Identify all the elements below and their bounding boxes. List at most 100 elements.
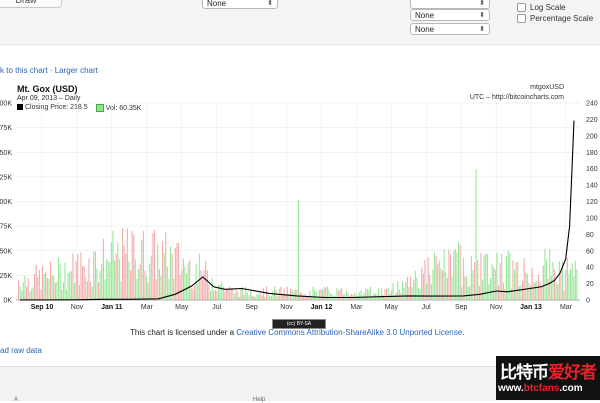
- volume-bar-up: [30, 289, 32, 300]
- y-left-tick-label: 0K: [3, 298, 12, 305]
- volume-bar-down: [382, 295, 384, 300]
- volume-bar-down: [347, 293, 349, 300]
- volume-bar-down: [102, 238, 104, 300]
- log-scale-checkbox[interactable]: Log Scale: [517, 3, 566, 12]
- volume-bar-down: [88, 258, 90, 300]
- volume-bar-up: [462, 257, 464, 300]
- volume-bar-up: [397, 281, 399, 300]
- volume-bar-up: [181, 270, 183, 300]
- indicator-select[interactable]: None ⬍: [202, 0, 278, 9]
- footer-fragment-a: A: [14, 397, 19, 403]
- x-axis-ticks: Sep 10 Nov Jan 11 Mar May Jul Sep Nov Jan 12 Mar M…: [31, 304, 573, 311]
- volume-bar-down: [144, 270, 146, 300]
- volume-bar-up: [24, 275, 26, 300]
- volume-bar-down: [46, 277, 48, 300]
- chevron-updown-icon: ⬍: [479, 0, 485, 4]
- chart-symbol: mtgoxUSD: [530, 84, 564, 91]
- percentage-scale-checkbox[interactable]: Percentage Scale: [517, 14, 593, 23]
- volume-bar-up: [250, 290, 252, 300]
- volume-bar-up: [443, 249, 445, 300]
- volume-bar-up: [440, 268, 442, 300]
- volume-bar-down: [213, 290, 215, 300]
- volume-bar-up: [411, 286, 413, 300]
- volume-bar-up: [146, 276, 148, 300]
- volume-bar-down: [152, 232, 154, 300]
- link-to-chart[interactable]: k to this chart: [0, 66, 48, 75]
- volume-bar-down: [450, 254, 452, 300]
- volume-bar-down: [357, 296, 359, 300]
- x-tick-label: Nov: [71, 304, 84, 311]
- volume-bar-up: [490, 278, 492, 300]
- chevron-updown-icon: ⬍: [267, 0, 273, 7]
- volume-bar-up: [482, 279, 484, 300]
- volume-bar-up: [96, 268, 98, 300]
- load-raw-data-link[interactable]: ad raw data: [0, 346, 42, 355]
- volume-bar-up: [467, 286, 469, 300]
- volume-bar-up: [117, 242, 119, 300]
- volume-bar-up: [402, 281, 404, 300]
- volume-bar-up: [366, 289, 368, 300]
- volume-bar-up: [58, 257, 60, 300]
- volume-bar-down: [202, 280, 204, 300]
- y-left-tick-label: 75K: [0, 224, 12, 231]
- x-tick-label: Jan 12: [311, 304, 333, 311]
- volume-bar-down: [77, 253, 79, 300]
- volume-bar-up: [128, 261, 130, 300]
- volume-bar-down: [539, 282, 541, 300]
- volume-bar-down: [131, 230, 133, 300]
- volume-bar-up: [218, 284, 220, 300]
- volume-bar-up: [530, 285, 532, 300]
- volume-bar-up: [318, 289, 320, 300]
- volume-bar-up: [29, 291, 31, 300]
- y-left-tick-label: 25K: [0, 273, 12, 280]
- license-text: This chart is licensed under a Creative …: [130, 328, 465, 337]
- volume-bar-down: [200, 270, 202, 300]
- volume-bar-up: [99, 270, 101, 300]
- volume-bar-down: [275, 289, 277, 300]
- volume-bar-up: [114, 260, 116, 300]
- price-volume-chart[interactable]: 0K 25K 50K 75K 100K 125K 150K 175K 200K 0 20 40 60 8…: [0, 100, 600, 318]
- y-left-tick-label: 125K: [0, 174, 12, 181]
- x-tick-label: Mar: [141, 304, 154, 311]
- volume-bar-down: [115, 253, 117, 300]
- volume-bar-down: [182, 258, 184, 300]
- overlay-select-2[interactable]: None ⬍: [410, 9, 490, 21]
- volume-bar-down: [40, 289, 42, 300]
- volume-bar-up: [163, 252, 165, 300]
- volume-bar-up: [21, 290, 23, 300]
- volume-bar-down: [147, 282, 149, 300]
- volume-bar-up: [576, 269, 578, 300]
- volume-bar-down: [189, 259, 191, 300]
- volume-bar-down: [365, 288, 367, 300]
- volume-bar-up: [550, 276, 552, 300]
- larger-chart-link[interactable]: Larger chart: [55, 66, 98, 75]
- volume-bar-up: [149, 263, 151, 300]
- volume-bar-up: [66, 289, 68, 300]
- volume-bar-up: [571, 263, 573, 300]
- volume-bar-up: [269, 295, 271, 300]
- draw-button[interactable]: Draw: [0, 0, 62, 8]
- volume-bar-up: [101, 263, 103, 300]
- y-right-tick-label: 0: [586, 298, 590, 305]
- overlay-select-1[interactable]: ⬍: [410, 0, 490, 9]
- volume-bar-down: [154, 229, 156, 300]
- volume-bar-up: [520, 285, 522, 300]
- y-left-tick-label: 200K: [0, 101, 12, 108]
- volume-bar-down: [534, 282, 536, 300]
- volume-bar-up: [470, 256, 472, 300]
- volume-bar-up: [517, 261, 519, 300]
- y-right-tick-label: 220: [586, 117, 598, 124]
- overlay-select-3[interactable]: None ⬍: [410, 23, 490, 35]
- volume-bar-down: [139, 264, 141, 300]
- volume-bar-down: [192, 288, 194, 300]
- y-right-tick-label: 40: [586, 265, 594, 272]
- cc-license-link[interactable]: Creative Commons Attribution-ShareAlike …: [236, 328, 462, 337]
- volume-bar-down: [155, 279, 157, 300]
- volume-bar-up: [392, 282, 394, 300]
- log-scale-label: Log Scale: [530, 3, 566, 12]
- volume-bar-down: [320, 289, 322, 300]
- volume-bar-up: [277, 295, 279, 300]
- volume-bar-down: [512, 260, 514, 300]
- volume-bar-up: [85, 277, 87, 300]
- volume-bar-down: [176, 243, 178, 300]
